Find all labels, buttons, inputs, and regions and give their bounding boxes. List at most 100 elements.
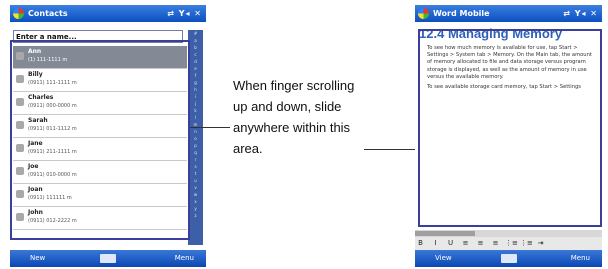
start-menu-icon[interactable] [418,8,429,19]
contact-phone: (1) 111-1111 m [28,57,68,63]
contacts-screen: Contacts ⇄ Y◂ ✕ Enter a name... Ann (1) 1… [10,5,206,267]
contact-card-icon [16,190,24,198]
alphabet-letter[interactable]: f [188,72,203,79]
alphabet-letter[interactable]: u [188,177,203,184]
format-button[interactable]: ⇥ [535,237,546,250]
contact-row[interactable]: Billy (0911) 111-1111 m [13,69,187,92]
contact-name: Ann [28,48,42,55]
contact-row[interactable]: John (0911) 012-2222 m [13,207,187,230]
contact-name: Joan [28,186,43,193]
new-softkey[interactable]: New [30,250,45,267]
document-paragraph: To see how much memory is available for … [427,45,592,80]
alphabet-letter[interactable]: # [188,30,203,37]
alphabet-letter[interactable]: q [188,149,203,156]
start-menu-icon[interactable] [13,8,24,19]
format-button[interactable]: ≡ [490,237,501,250]
contact-card-icon [16,52,24,60]
contact-phone: (0911) 000-0000 m [28,103,77,109]
search-input[interactable]: Enter a name... [13,30,183,43]
contact-card-icon [16,167,24,175]
alphabet-letter[interactable]: h [188,86,203,93]
alphabet-letter[interactable]: g [188,79,203,86]
contact-name: Joe [28,163,39,170]
alphabet-letter[interactable]: v [188,184,203,191]
alphabet-letter[interactable]: j [188,100,203,107]
contact-name: Jane [28,140,43,147]
alphabet-letter[interactable]: n [188,128,203,135]
window-title: Contacts [28,9,68,18]
alphabet-letter[interactable]: z [188,212,203,219]
softkey-bar: View Menu [415,250,602,267]
contact-row[interactable]: Joan (0911) 111111 m [13,184,187,207]
menu-softkey[interactable]: Menu [175,250,194,267]
contact-phone: (0911) 211-1111 m [28,149,77,155]
keyboard-icon[interactable] [100,254,116,263]
document-body[interactable]: 12.4 Managing Memory To see how much mem… [419,27,598,227]
status-icons[interactable]: ⇄ Y◂ ✕ [563,5,598,22]
alphabet-letter[interactable]: e [188,65,203,72]
alphabet-letter[interactable]: r [188,156,203,163]
contact-name: Sarah [28,117,48,124]
contact-name: Charles [28,94,54,101]
callout-text: When finger scrolling up and down, slide… [233,78,355,156]
callout-line-right [364,149,418,150]
contact-row[interactable]: Sarah (0911) 011-1112 m [13,115,187,138]
contact-card-icon [16,213,24,221]
keyboard-icon[interactable] [500,254,517,263]
format-button[interactable]: B [415,237,426,250]
alphabet-letter[interactable]: o [188,135,203,142]
contact-phone: (0911) 010-0000 m [28,172,77,178]
alphabet-letter[interactable]: l [188,114,203,121]
title-bar: Contacts ⇄ Y◂ ✕ [10,5,206,22]
callout-line-left [190,127,230,128]
format-button[interactable]: ≡ [475,237,486,250]
alphabet-letter[interactable]: s [188,163,203,170]
alphabet-letter[interactable]: y [188,205,203,212]
contact-list[interactable]: Ann (1) 111-1111 m Billy (0911) 111-1111 m C… [13,46,187,244]
alphabet-letter[interactable]: d [188,58,203,65]
contact-phone: (0911) 011-1112 m [28,126,77,132]
contact-name: John [28,209,43,216]
status-icons[interactable]: ⇄ Y◂ ✕ [167,5,202,22]
format-button[interactable]: U [445,237,456,250]
alphabet-letter[interactable]: w [188,191,203,198]
window-title: Word Mobile [433,9,490,18]
contact-row[interactable]: Joe (0911) 010-0000 m [13,161,187,184]
contact-card-icon [16,144,24,152]
format-button[interactable]: ≡ [460,237,471,250]
alphabet-letter[interactable]: a [188,37,203,44]
scroll-thumb[interactable] [415,231,475,236]
document-text: To see how much memory is available for … [419,45,598,91]
view-softkey[interactable]: View [435,250,452,267]
alphabet-letter[interactable]: t [188,170,203,177]
alphabet-index[interactable]: # a b c d e f g h i j k l m n o p q r s t u v w x y z [188,30,203,245]
contact-row[interactable]: Jane (0911) 211-1111 m [13,138,187,161]
document-heading: 12.4 Managing Memory [419,27,598,41]
menu-softkey[interactable]: Menu [571,250,590,267]
title-bar: Word Mobile ⇄ Y◂ ✕ [415,5,602,22]
format-button[interactable]: ⋮≡ [505,237,518,250]
horizontal-scrollbar[interactable] [415,230,602,237]
contact-row[interactable]: Charles (0911) 000-0000 m [13,92,187,115]
alphabet-letter[interactable]: k [188,107,203,114]
contact-name: Billy [28,71,43,78]
contact-card-icon [16,98,24,106]
softkey-bar: New Menu [10,250,206,267]
alphabet-letter[interactable]: b [188,44,203,51]
heading-number: 12.4 [419,27,445,41]
contact-row[interactable]: Ann (1) 111-1111 m [13,46,187,69]
contact-phone: (0911) 012-2222 m [28,218,77,224]
contact-card-icon [16,75,24,83]
alphabet-letter[interactable]: x [188,198,203,205]
alphabet-letter[interactable]: c [188,51,203,58]
format-button[interactable]: ⋮≡ [520,237,533,250]
contact-phone: (0911) 111-1111 m [28,80,77,86]
word-mobile-screen: Word Mobile ⇄ Y◂ ✕ 12.4 Managing Memory … [415,5,602,267]
alphabet-letter[interactable]: i [188,93,203,100]
alphabet-letter[interactable]: p [188,142,203,149]
contact-card-icon [16,121,24,129]
contact-phone: (0911) 111111 m [28,195,72,201]
heading-text: Managing Memory [447,27,563,41]
formatting-toolbar: B I U ≡ ≡ ≡ ⋮≡ ⋮≡ ⇥ [415,237,602,250]
format-button[interactable]: I [430,237,441,250]
